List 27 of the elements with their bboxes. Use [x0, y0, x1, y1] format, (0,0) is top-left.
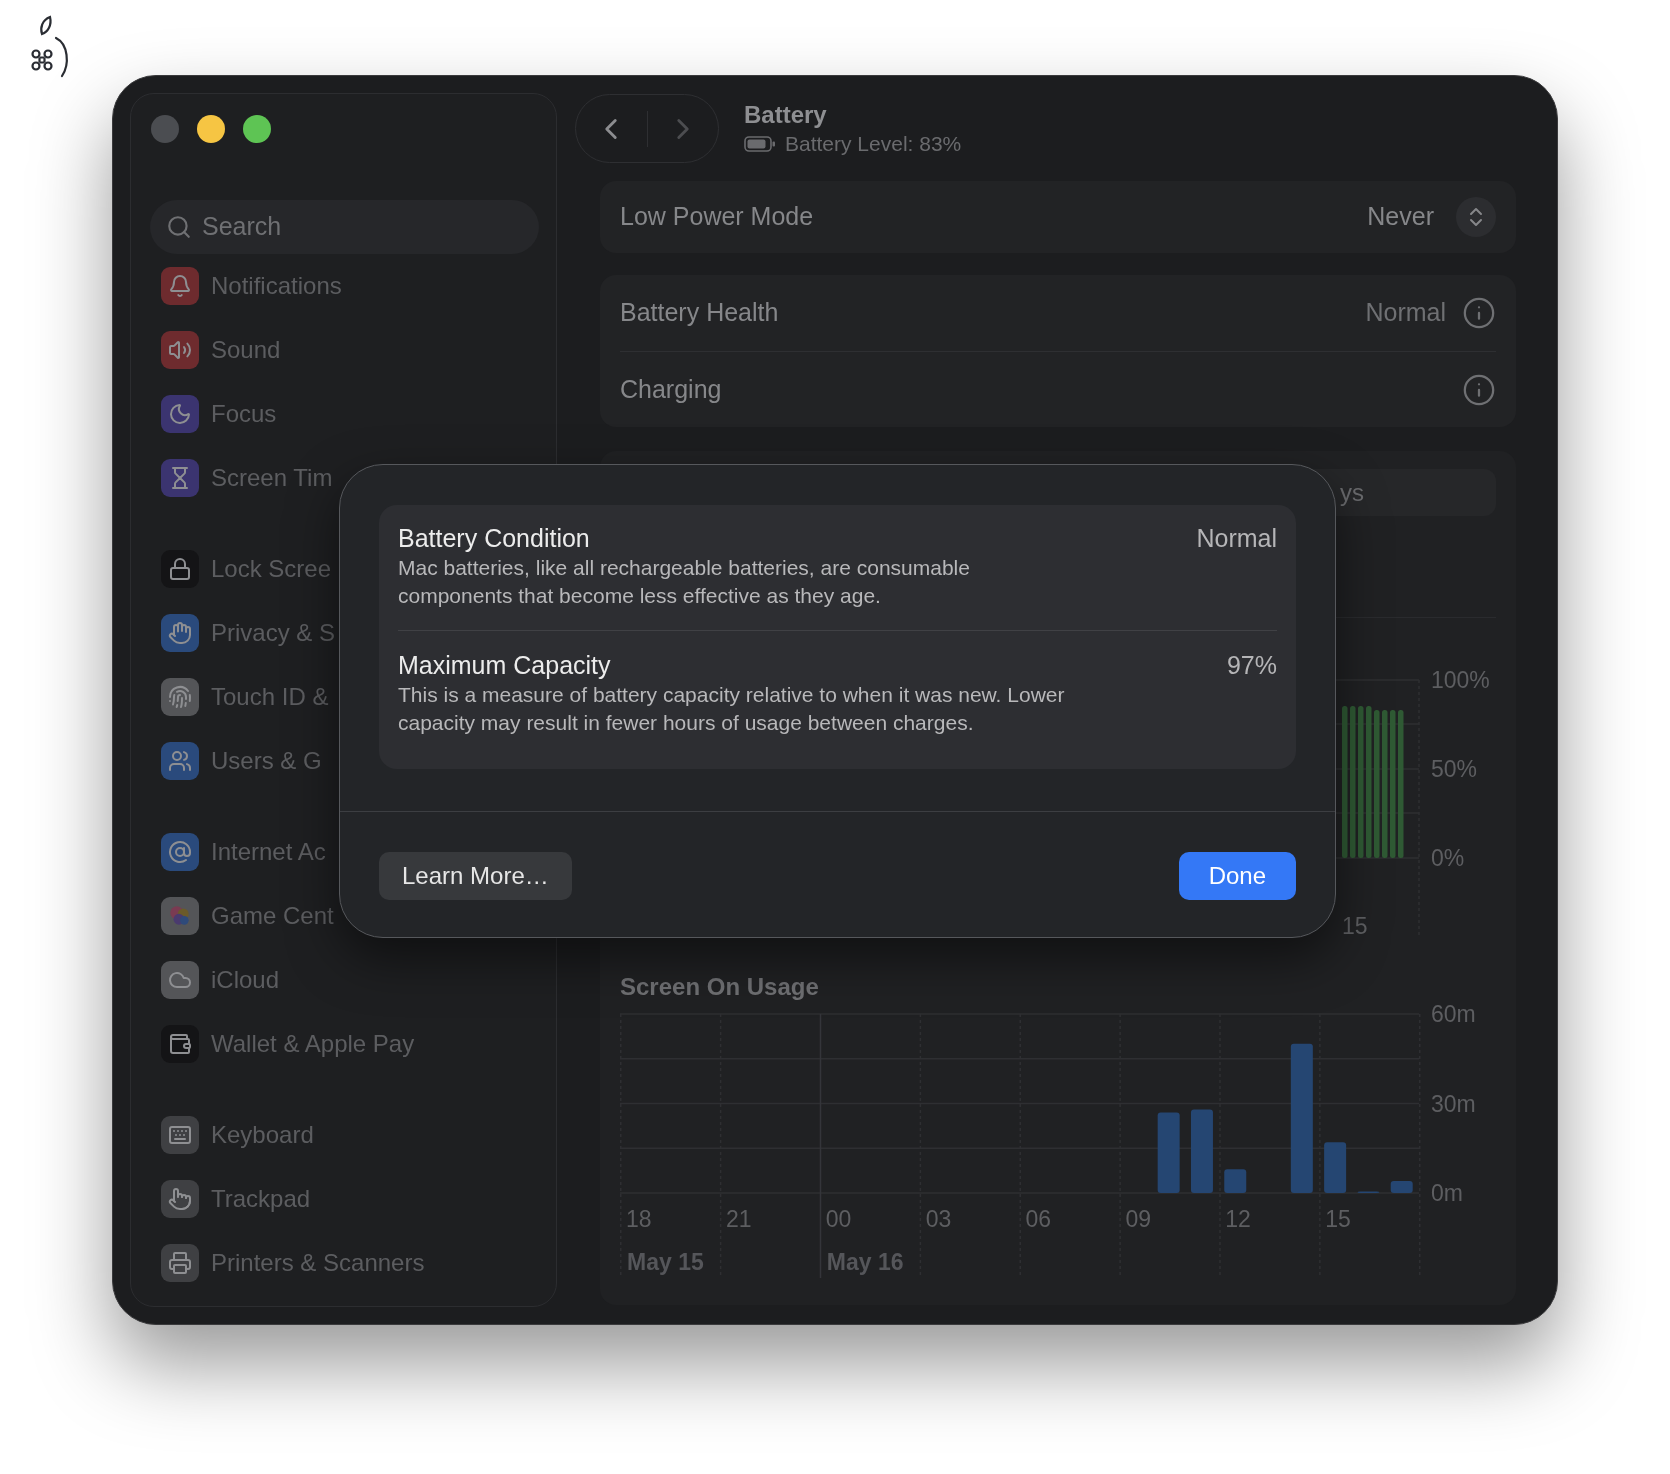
axis-tick-label: 06: [1025, 1206, 1052, 1232]
axis-tick-label: 12: [1225, 1206, 1251, 1232]
section-value: Normal: [1196, 523, 1277, 554]
axis-tick-label: 50%: [1431, 756, 1478, 782]
axis-tick-label: 15: [1325, 1206, 1351, 1232]
axis-tick-label: 18: [626, 1206, 652, 1232]
battery-level-text: Battery Level: 83%: [785, 130, 962, 157]
section-description: This is a measure of battery capacity relative to when it was new. Lower capacity may result in fewer hours of usage between charges.: [398, 682, 1066, 736]
axis-tick-label: 21: [725, 1206, 752, 1232]
page-title: Battery: [744, 99, 828, 130]
chart-title: Screen On Usage: [620, 972, 820, 1002]
row-value: Normal: [1365, 297, 1446, 329]
section-value: 97%: [1226, 650, 1277, 681]
axis-tick-label: 100%: [1431, 667, 1490, 693]
row-label: Battery Health: [620, 297, 780, 329]
row-label: Charging: [620, 373, 723, 405]
axis-tick-label: 0%: [1431, 845, 1465, 871]
section-description: Mac batteries, like all rechargeable batteries, are consumable components that become less effective as they age.: [398, 555, 971, 609]
axis-tick-label: 03: [925, 1206, 952, 1232]
axis-tick-label: 15: [1342, 913, 1368, 939]
axis-tick-label: 60m: [1431, 1002, 1476, 1027]
axis-tick-label: 0m: [1431, 1180, 1463, 1206]
axis-tick-label: 30m: [1431, 1090, 1476, 1117]
axis-tick-label: 09: [1125, 1206, 1151, 1232]
section-title: Battery Condition: [398, 523, 590, 554]
section-title: Maximum Capacity: [398, 650, 611, 681]
axis-tick-label: 00: [825, 1206, 852, 1232]
